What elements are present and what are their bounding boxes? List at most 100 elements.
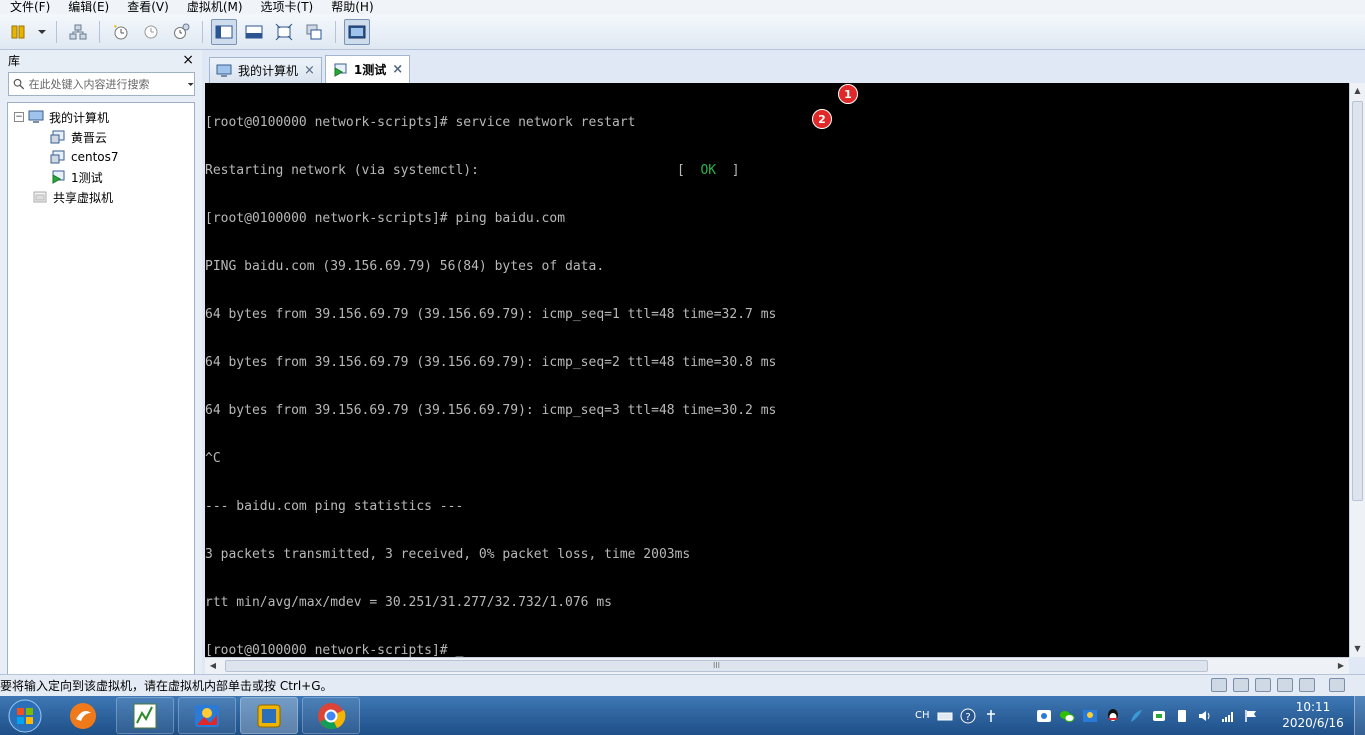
tab-bar: 我的计算机 × 1测试 × <box>205 50 1365 83</box>
menu-view[interactable]: 查看(V) <box>127 0 169 14</box>
taskbar-app-chrome[interactable] <box>302 697 360 734</box>
collapse-toggle[interactable]: − <box>14 112 24 122</box>
search-icon <box>13 78 25 90</box>
volume-icon[interactable] <box>1197 708 1213 724</box>
feather-app-icon[interactable] <box>1128 708 1144 724</box>
taskbar-app-photos[interactable] <box>178 697 236 734</box>
library-panel: 库 × − 我的计算机 黄晋云 centos7 1测试 共享虚拟机 <box>0 50 202 716</box>
snapshot-manager-button[interactable] <box>168 19 194 45</box>
scroll-down-icon[interactable]: ▼ <box>1350 641 1365 657</box>
vm-console[interactable]: [root@0100000 network-scripts]# service … <box>205 83 1349 657</box>
computer-icon <box>216 64 232 77</box>
full-screen-button[interactable] <box>271 19 297 45</box>
console-line-text: Restarting network (via systemctl): <box>205 163 479 178</box>
tab-label: 1测试 <box>353 63 387 77</box>
tab-close-icon[interactable]: × <box>392 62 403 77</box>
scroll-right-icon[interactable]: ▶ <box>1333 658 1349 674</box>
ok-bracket-open: [ <box>677 163 685 178</box>
send-ctrl-alt-del-button[interactable] <box>65 19 91 45</box>
vertical-scroll-thumb[interactable] <box>1352 101 1363 501</box>
start-button[interactable] <box>0 696 50 735</box>
take-snapshot-button[interactable] <box>108 19 134 45</box>
chat-app-icon[interactable] <box>1036 708 1052 724</box>
cd-rom-icon[interactable] <box>1233 678 1249 692</box>
menu-tabs[interactable]: 选项卡(T) <box>261 0 314 14</box>
usb-device-icon[interactable] <box>1174 708 1190 724</box>
tab-close-icon[interactable]: × <box>304 63 315 78</box>
power-button[interactable] <box>6 19 32 45</box>
image-tool-icon[interactable] <box>1082 708 1098 724</box>
network-adapter-icon[interactable] <box>1255 678 1271 692</box>
chevron-down-icon[interactable] <box>187 80 194 89</box>
callout-badge-2: 2 <box>812 109 832 129</box>
scroll-left-icon[interactable]: ◀ <box>205 658 221 674</box>
library-header: 库 × <box>0 50 202 70</box>
library-search-input[interactable] <box>28 77 169 91</box>
tree-item-label: 共享虚拟机 <box>53 190 114 205</box>
tab-my-computer[interactable]: 我的计算机 × <box>209 57 322 83</box>
taskbar-app-chart[interactable] <box>116 697 174 734</box>
console-line: 64 bytes from 39.156.69.79 (39.156.69.79… <box>205 307 777 322</box>
tree-item-my-computer[interactable]: − 我的计算机 <box>8 107 194 127</box>
chevron-down-icon <box>38 29 46 34</box>
system-tray: CH ? <box>915 696 1259 735</box>
library-tree: − 我的计算机 黄晋云 centos7 1测试 共享虚拟机 <box>7 102 195 716</box>
tree-item-vm[interactable]: 黄晋云 <box>8 127 194 147</box>
vm-icon <box>50 149 66 165</box>
console-line: PING baidu.com (39.156.69.79) 56(84) byt… <box>205 259 605 274</box>
vm-running-icon <box>50 169 66 185</box>
show-desktop-button[interactable] <box>1354 696 1365 735</box>
svg-text:?: ? <box>965 712 970 723</box>
console-view-button[interactable] <box>344 18 370 45</box>
status-message: 要将输入定向到该虚拟机，请在虚拟机内部单击或按 Ctrl+G。 <box>0 679 333 693</box>
qq-icon[interactable] <box>1105 708 1121 724</box>
tree-item-shared-vms[interactable]: 共享虚拟机 <box>8 187 194 207</box>
menu-edit[interactable]: 编辑(E) <box>68 0 109 14</box>
taskbar-app-vmware[interactable] <box>240 697 298 734</box>
message-log-icon[interactable] <box>1329 678 1345 692</box>
console-horizontal-scrollbar[interactable]: ◀ III ▶ <box>205 657 1349 674</box>
menu-vm[interactable]: 虚拟机(M) <box>187 0 243 14</box>
taskbar-clock[interactable]: 10:11 2020/6/16 <box>1278 699 1348 731</box>
console-line: 64 bytes from 39.156.69.79 (39.156.69.79… <box>205 355 777 370</box>
hard-disk-icon[interactable] <box>1211 678 1227 692</box>
sound-card-icon[interactable] <box>1299 678 1315 692</box>
security-app-icon[interactable] <box>1151 708 1167 724</box>
tree-item-label: 我的计算机 <box>49 110 110 125</box>
horizontal-scroll-thumb[interactable]: III <box>225 660 1208 672</box>
ime-settings-icon[interactable] <box>983 708 999 724</box>
menu-help[interactable]: 帮助(H) <box>331 0 373 14</box>
toolbar-divider <box>202 20 203 43</box>
taskbar-app-browser-orange[interactable] <box>54 697 112 734</box>
console-line: [root@0100000 network-scripts]# service … <box>205 115 636 130</box>
revert-snapshot-button[interactable] <box>138 19 164 45</box>
menu-file[interactable]: 文件(F) <box>10 0 50 14</box>
clock-time: 10:11 <box>1295 700 1331 714</box>
scroll-up-icon[interactable]: ▲ <box>1350 83 1365 99</box>
computer-icon <box>28 109 44 125</box>
library-close-icon[interactable]: × <box>182 52 194 68</box>
unity-button[interactable] <box>301 19 327 45</box>
keyboard-icon[interactable] <box>937 708 953 724</box>
tree-item-vm-running[interactable]: 1测试 <box>8 167 194 187</box>
power-dropdown-button[interactable] <box>36 19 48 45</box>
input-language-indicator[interactable]: CH <box>915 710 930 721</box>
printer-icon[interactable] <box>1277 678 1293 692</box>
console-line: --- baidu.com ping statistics --- <box>205 499 464 514</box>
wechat-icon[interactable] <box>1059 708 1075 724</box>
tab-vm-test[interactable]: 1测试 × <box>324 55 411 83</box>
network-signal-icon[interactable] <box>1220 708 1236 724</box>
tree-item-vm[interactable]: centos7 <box>8 147 194 167</box>
thumbnail-bar-button[interactable] <box>241 19 267 45</box>
menu-bar: 文件(F) 编辑(E) 查看(V) 虚拟机(M) 选项卡(T) 帮助(H) <box>0 0 1365 14</box>
windows-logo-icon <box>8 699 42 732</box>
show-library-button[interactable] <box>211 18 237 45</box>
vm-icon <box>50 129 66 145</box>
library-view-icon <box>215 25 233 38</box>
snapshot-manager-icon <box>174 23 190 39</box>
vmware-icon <box>257 704 281 727</box>
toolbar-divider <box>56 20 57 43</box>
console-vertical-scrollbar[interactable]: ▲ ▼ <box>1349 83 1365 657</box>
help-icon[interactable]: ? <box>960 708 976 724</box>
action-center-flag-icon[interactable] <box>1243 708 1259 724</box>
